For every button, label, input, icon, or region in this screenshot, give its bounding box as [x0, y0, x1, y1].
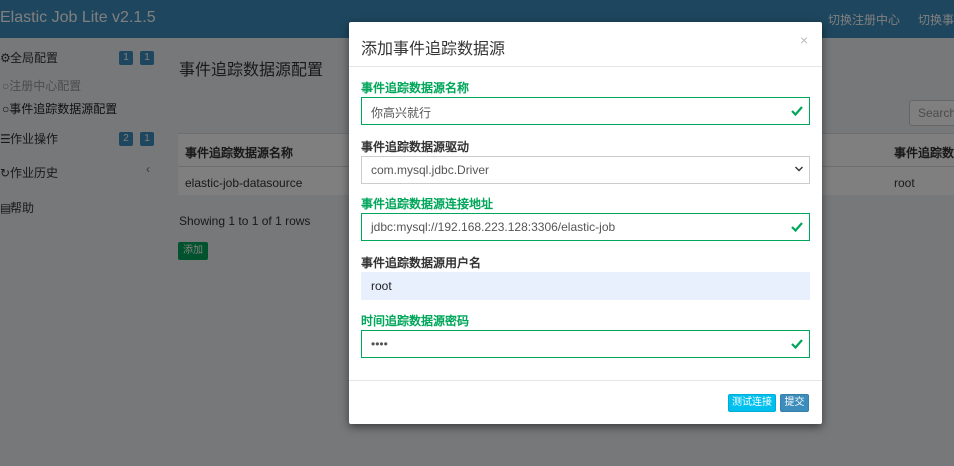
chevron-down-icon: [795, 166, 803, 172]
field-label: 时间追踪数据源密码: [361, 314, 470, 328]
datasource-name-field[interactable]: 你高兴就行: [361, 97, 810, 125]
password-field[interactable]: ••••: [361, 330, 810, 358]
modal-footer: 测试连接 提交: [349, 380, 822, 424]
field-label: 事件追踪数据源名称: [361, 81, 470, 95]
check-icon: [791, 339, 803, 350]
check-icon: [791, 222, 803, 233]
add-datasource-dialog: 添加事件追踪数据源 × 事件追踪数据源名称 你高兴就行 事件追踪数据源驱动 co…: [349, 22, 822, 424]
connection-url-field[interactable]: jdbc:mysql://192.168.223.128:3306/elasti…: [361, 213, 810, 241]
test-connection-button[interactable]: 测试连接: [728, 394, 776, 412]
field-label: 事件追踪数据源用户名: [361, 256, 482, 270]
submit-button[interactable]: 提交: [780, 394, 809, 412]
check-icon: [791, 106, 803, 117]
field-label: 事件追踪数据源驱动: [361, 140, 470, 154]
close-icon[interactable]: ×: [800, 32, 808, 48]
field-label: 事件追踪数据源连接地址: [361, 197, 494, 211]
driver-select[interactable]: com.mysql.jdbc.Driver: [361, 156, 810, 184]
username-field[interactable]: root: [361, 272, 810, 300]
modal-title: 添加事件追踪数据源: [361, 41, 506, 58]
modal-header: 添加事件追踪数据源 ×: [349, 22, 822, 67]
